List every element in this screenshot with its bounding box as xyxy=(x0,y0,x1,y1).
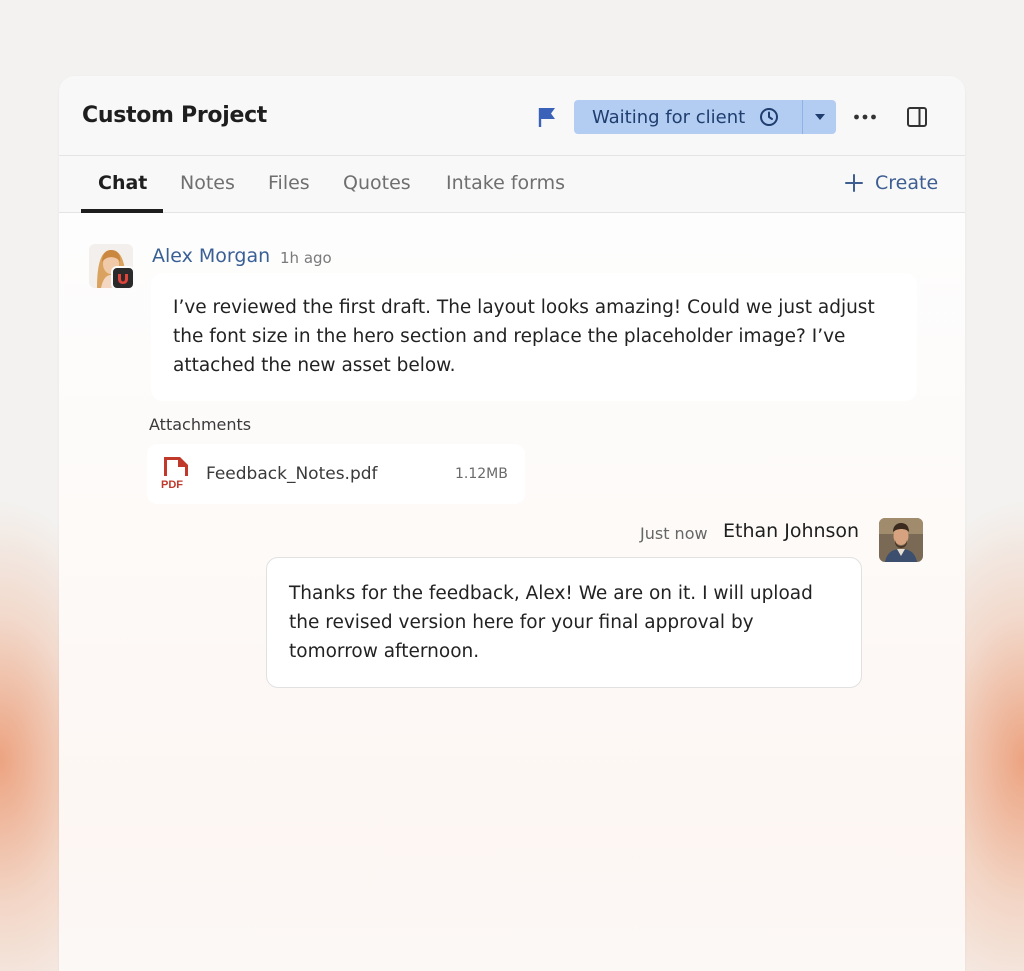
tab-notes[interactable]: Notes xyxy=(180,172,235,194)
message-timestamp: Just now xyxy=(640,524,708,543)
tab-files[interactable]: Files xyxy=(268,172,310,194)
more-options-button[interactable] xyxy=(852,104,878,130)
status-caret-button[interactable] xyxy=(803,100,836,134)
caret-down-icon xyxy=(814,114,825,120)
project-panel: Custom Project Waiting for client Chat N… xyxy=(59,76,965,971)
active-tab-indicator xyxy=(81,209,163,213)
message-bubble: I’ve reviewed the first draft. The layou… xyxy=(151,273,917,401)
status-button[interactable]: Waiting for client xyxy=(574,100,802,134)
message-author[interactable]: Ethan Johnson xyxy=(723,520,859,542)
tab-intake-forms[interactable]: Intake forms xyxy=(446,172,565,194)
status-label: Waiting for client xyxy=(592,106,746,128)
create-button[interactable]: Create xyxy=(844,172,938,194)
clock-icon xyxy=(760,108,779,126)
panel-header: Custom Project Waiting for client xyxy=(59,76,965,156)
pdf-file-icon: PDF xyxy=(161,457,188,490)
attachment-size: 1.12MB xyxy=(455,466,508,482)
tab-bar: Chat Notes Files Quotes Intake forms Cre… xyxy=(59,156,965,213)
attachment-item[interactable]: PDF Feedback_Notes.pdf 1.12MB xyxy=(147,444,525,504)
status-dropdown[interactable]: Waiting for client xyxy=(574,100,836,134)
svg-text:PDF: PDF xyxy=(161,479,183,490)
app-badge-icon xyxy=(111,266,135,290)
create-label: Create xyxy=(875,172,939,194)
message-author[interactable]: Alex Morgan xyxy=(152,245,270,267)
tab-quotes[interactable]: Quotes xyxy=(343,172,411,194)
more-horizontal-icon xyxy=(854,114,876,120)
ethan-avatar-image xyxy=(879,518,923,562)
flag-icon[interactable] xyxy=(535,105,559,129)
side-panel-icon[interactable] xyxy=(905,105,929,129)
attachment-name: Feedback_Notes.pdf xyxy=(206,464,378,484)
message-timestamp: 1h ago xyxy=(280,249,332,267)
attachments-label: Attachments xyxy=(149,415,252,434)
tab-chat[interactable]: Chat xyxy=(98,172,147,194)
plus-icon xyxy=(845,174,863,192)
page-title: Custom Project xyxy=(82,103,268,128)
message-bubble: Thanks for the feedback, Alex! We are on… xyxy=(266,557,862,688)
avatar[interactable] xyxy=(879,518,923,562)
